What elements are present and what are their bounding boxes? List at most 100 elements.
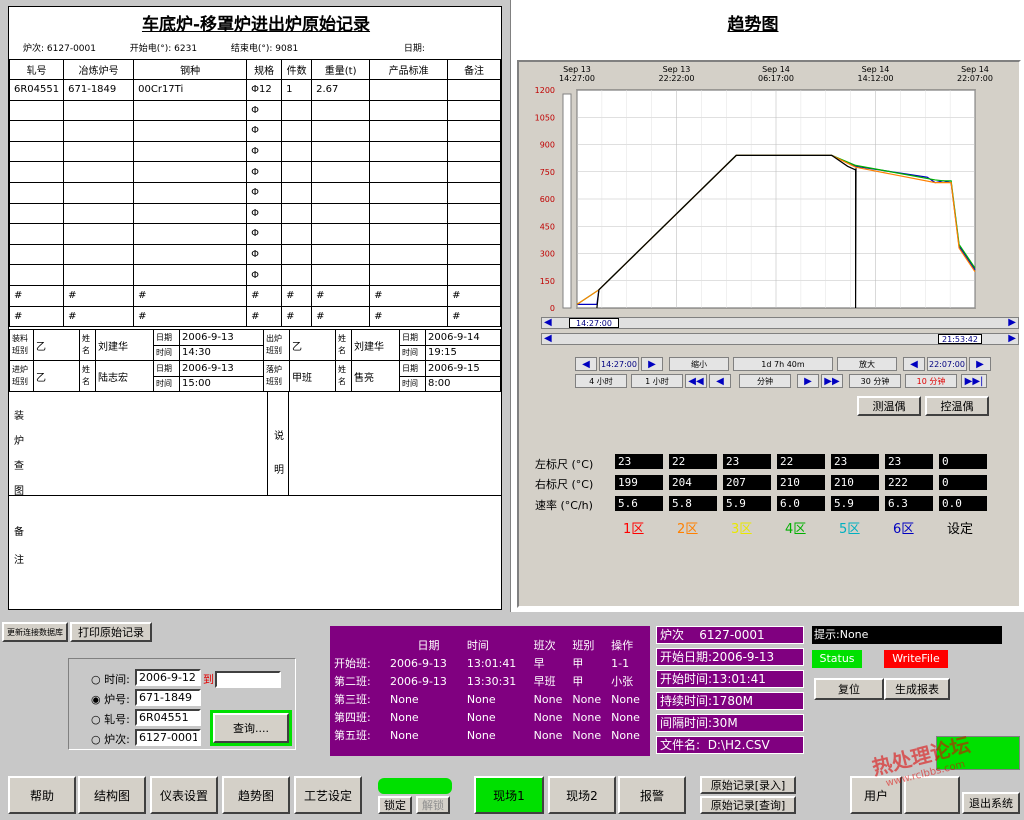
- time-label: 时间: [399, 375, 426, 392]
- zoom-in-button[interactable]: 放大: [837, 357, 897, 371]
- scale-value: 22: [669, 454, 717, 469]
- exit-button[interactable]: 退出系统: [962, 792, 1020, 814]
- step-back-button[interactable]: ◀: [709, 374, 731, 388]
- table-row[interactable]: # # # # # # # #: [8, 305, 501, 328]
- search-box: ○ 时间: 到 ◉ 炉号: ○ 轧号: ○ 炉次: 查询....: [68, 658, 296, 750]
- zoom-out-button[interactable]: 缩小: [669, 357, 729, 371]
- diagram-label: 装炉查图: [14, 411, 24, 497]
- scroll-left-icon[interactable]: ◀: [544, 333, 552, 344]
- thermocouple-measure-button[interactable]: 测温偶: [857, 396, 921, 416]
- table-row[interactable]: Φ: [8, 181, 501, 204]
- btn-10min[interactable]: 10 分钟: [905, 374, 957, 388]
- shift-row: 第五班: None None None None None: [334, 728, 640, 743]
- out2-shift-label: 落炉班别: [263, 360, 290, 392]
- opt-time[interactable]: ○ 时间:: [91, 671, 130, 687]
- time-to-field[interactable]: [215, 671, 281, 688]
- scale-value: 23: [831, 454, 879, 469]
- btn-1h[interactable]: 1 小时: [631, 374, 683, 388]
- table-row[interactable]: Φ: [8, 99, 501, 122]
- nav-prev-end-button[interactable]: ◀: [903, 357, 925, 371]
- scroll-left-icon[interactable]: ◀: [544, 317, 552, 328]
- scroll-right-icon[interactable]: ▶: [1008, 317, 1016, 328]
- record-entry-button[interactable]: 原始记录[录入]: [700, 776, 796, 794]
- in-name: 刘建华: [95, 329, 154, 361]
- nav-start[interactable]: 14:27:00: [599, 357, 639, 371]
- site1-button[interactable]: 现场1: [474, 776, 544, 814]
- col-header: 重量(t): [311, 59, 371, 80]
- instrument-button[interactable]: 仪表设置: [150, 776, 218, 814]
- record-meta: 炉次: 6127-0001 开始电(°): 6231 结束电(°): 9081 …: [23, 41, 425, 54]
- time-scrollbar-top[interactable]: ◀ 14:27:00 ▶: [541, 317, 1019, 329]
- time-from-field[interactable]: [135, 669, 201, 686]
- table-cell: #: [311, 284, 371, 307]
- site2-button[interactable]: 现场2: [548, 776, 616, 814]
- out-time: 19:15: [425, 344, 501, 361]
- col-header: 轧号: [8, 59, 65, 80]
- table-row[interactable]: Φ: [8, 223, 501, 245]
- table-row[interactable]: Φ: [8, 140, 501, 163]
- nav-prev-button[interactable]: ◀: [575, 357, 597, 371]
- scale-value: 210: [831, 475, 879, 490]
- trend-chart[interactable]: 015030045060075090010501200Sep 1314:27:0…: [519, 62, 1019, 322]
- record-query-button[interactable]: 原始记录[查询]: [700, 796, 796, 814]
- nav-next-end-button[interactable]: ▶: [969, 357, 991, 371]
- date-label: 日期: [153, 329, 180, 346]
- time-scrollbar-bottom[interactable]: ◀ 21:53:42 ▶: [541, 333, 1019, 345]
- nav-end[interactable]: 22:07:00: [927, 357, 967, 371]
- help-button[interactable]: 帮助: [8, 776, 76, 814]
- start-label: 开始电(°):: [129, 44, 172, 54]
- update-db-button[interactable]: 更新连接数据库: [2, 622, 68, 642]
- query-button[interactable]: 查询....: [210, 710, 292, 746]
- desc-label: 说明: [274, 431, 284, 476]
- minute-button[interactable]: 分钟: [739, 374, 791, 388]
- btn-30min[interactable]: 30 分钟: [849, 374, 901, 388]
- rate-label: 速率 (°C/h): [535, 499, 593, 512]
- opt-batch[interactable]: ○ 炉次:: [91, 731, 130, 747]
- table-row[interactable]: Φ: [8, 202, 501, 225]
- fast-back-button[interactable]: ◀◀: [685, 374, 707, 388]
- roll-field[interactable]: [135, 709, 201, 726]
- table-cell: #: [369, 284, 449, 307]
- table-cell: #: [246, 284, 283, 307]
- unlock-button[interactable]: 解锁: [416, 796, 450, 814]
- lock-button[interactable]: 锁定: [378, 796, 412, 814]
- table-row[interactable]: 6R04551 671-1849 00Cr17Ti Φ12 1 2.67: [8, 79, 501, 101]
- jump-end-button[interactable]: ▶▶|: [961, 374, 987, 388]
- out-shift-label: 出炉班别: [263, 329, 290, 361]
- furnace-field[interactable]: [135, 689, 201, 706]
- step-fwd-button[interactable]: ▶: [797, 374, 819, 388]
- process-button[interactable]: 工艺设定: [294, 776, 362, 814]
- opt-roll[interactable]: ○ 轧号:: [91, 711, 130, 727]
- table-cell: Φ: [246, 223, 283, 245]
- print-record-button[interactable]: 打印原始记录: [70, 622, 152, 642]
- table-cell: #: [447, 305, 501, 328]
- out2-date: 2006-9-15: [425, 360, 501, 377]
- end-label: 结束电(°):: [230, 44, 273, 54]
- date-label: 日期: [399, 360, 426, 377]
- table-row[interactable]: Φ: [8, 120, 501, 142]
- table-row[interactable]: Φ: [8, 264, 501, 286]
- thermocouple-control-button[interactable]: 控温偶: [925, 396, 989, 416]
- table-row[interactable]: # # # # # # # #: [8, 284, 501, 307]
- scroll-right-icon[interactable]: ▶: [1008, 333, 1016, 344]
- triangle-left-icon: ◀: [716, 375, 724, 387]
- btn-4h[interactable]: 4 小时: [575, 374, 627, 388]
- table-cell: 6R04551: [8, 79, 65, 101]
- right-scale-label: 右标尺 (°C): [535, 478, 594, 491]
- trend-button[interactable]: 趋势图: [222, 776, 290, 814]
- report-button[interactable]: 生成报表: [884, 678, 950, 700]
- name-label: 姓名: [335, 360, 352, 392]
- reset-button[interactable]: 复位: [814, 678, 884, 700]
- skip-end-icon: ▶▶|: [964, 375, 984, 387]
- fast-fwd-button[interactable]: ▶▶: [821, 374, 843, 388]
- in-shift: 乙: [33, 329, 80, 361]
- table-row[interactable]: Φ: [8, 243, 501, 266]
- y-tick-label: 0: [550, 304, 555, 313]
- batch-field[interactable]: [135, 729, 201, 746]
- alarm-button[interactable]: 报警: [618, 776, 686, 814]
- nav-next-button[interactable]: ▶: [641, 357, 663, 371]
- opt-furnace[interactable]: ◉ 炉号:: [91, 691, 130, 707]
- scale-value: 199: [615, 475, 663, 490]
- table-row[interactable]: Φ: [8, 161, 501, 183]
- structure-button[interactable]: 结构图: [78, 776, 146, 814]
